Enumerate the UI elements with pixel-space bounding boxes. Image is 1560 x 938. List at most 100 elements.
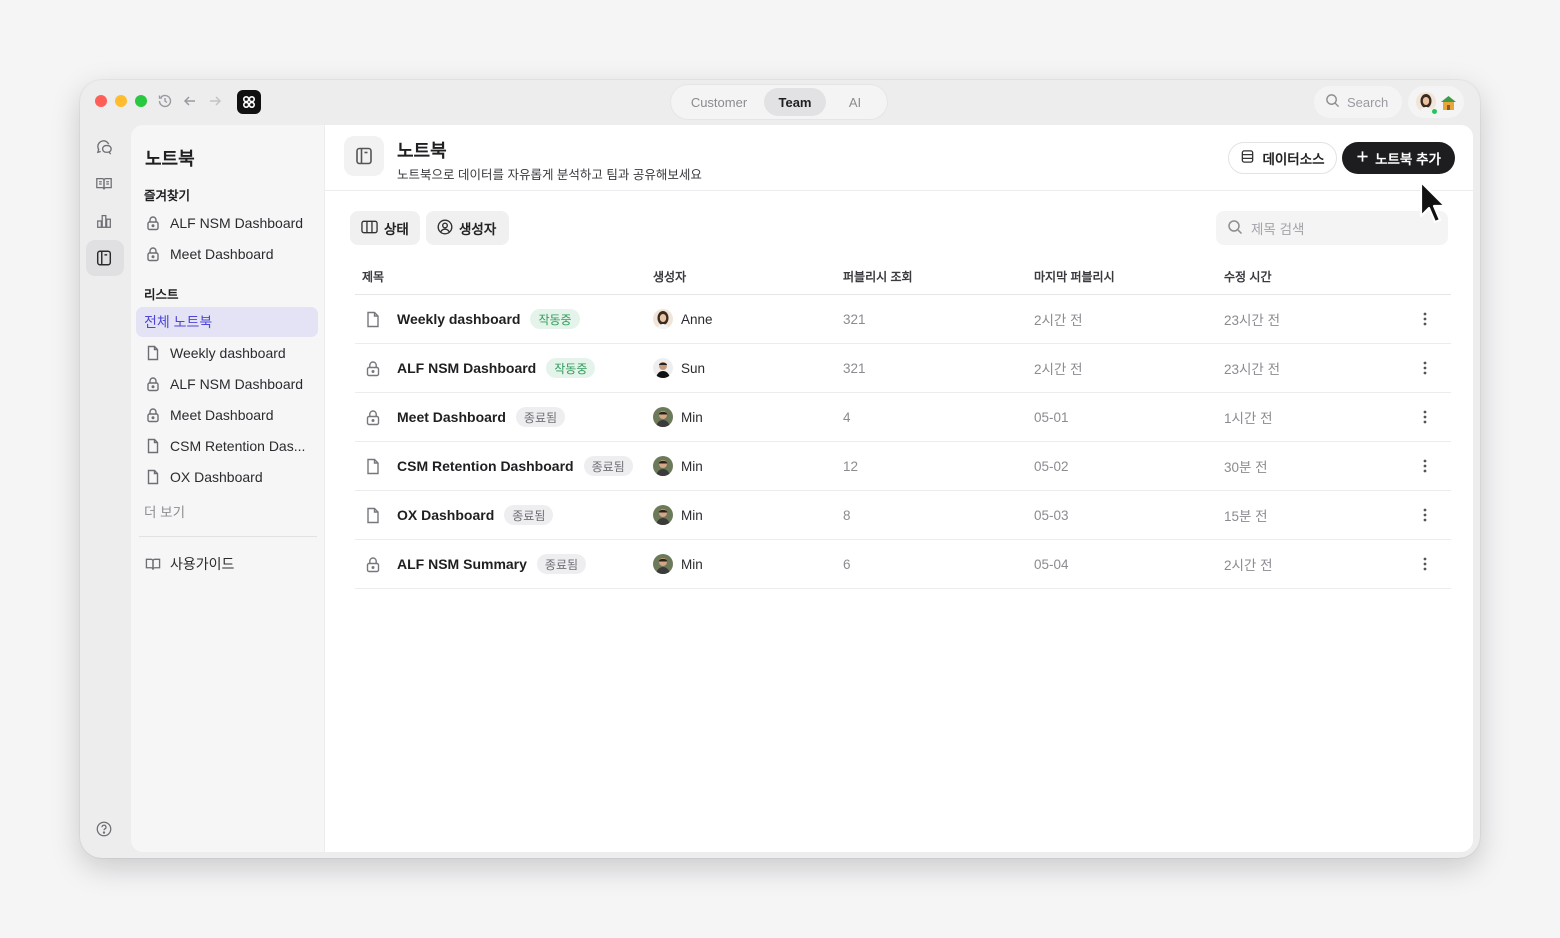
status-filter-button[interactable]: 상태	[350, 211, 420, 245]
more-options-icon[interactable]	[1415, 505, 1435, 525]
book-icon[interactable]	[94, 174, 114, 194]
last-published-cell: 05-04	[1034, 556, 1069, 572]
creator-filter-label: 생성자	[459, 222, 497, 237]
notebook-title: ALF NSM Summary	[397, 556, 527, 572]
global-search-button[interactable]: Search	[1314, 86, 1402, 118]
column-header-publish-views[interactable]: 퍼블리시 조회	[843, 268, 913, 285]
sidebar-item-all-notebooks[interactable]: 전체 노트북	[136, 307, 318, 337]
document-icon	[145, 438, 161, 454]
creator-name: Min	[681, 409, 703, 425]
document-icon	[364, 457, 382, 475]
tab-team[interactable]: Team	[764, 88, 826, 116]
title-search-placeholder: 제목 검색	[1251, 222, 1305, 237]
sidebar-item-csm-retention-dashboard[interactable]: CSM Retention Das...	[136, 431, 318, 461]
table-row[interactable]: OX Dashboard 종료됨 Min 8 05-03 15분 전	[355, 491, 1451, 540]
last-published-cell: 05-01	[1034, 409, 1069, 425]
publish-views-cell: 6	[843, 556, 851, 572]
lock-icon	[145, 246, 161, 262]
profile-menu-button[interactable]	[1408, 86, 1464, 118]
sidebar-item-weekly-dashboard[interactable]: Weekly dashboard	[136, 338, 318, 368]
tab-ai[interactable]: AI	[826, 88, 884, 116]
notebook-title: OX Dashboard	[397, 507, 495, 523]
modified-cell: 1시간 전	[1224, 411, 1273, 426]
publish-views-cell: 321	[843, 311, 866, 327]
notebook-sidebar: 노트북 즐겨찾기 ALF NSM Dashboard Meet Dashboar…	[131, 125, 324, 852]
more-options-icon[interactable]	[1415, 309, 1435, 329]
more-options-icon[interactable]	[1415, 407, 1435, 427]
history-icon[interactable]	[156, 92, 174, 110]
publish-views-cell: 321	[843, 360, 866, 376]
table-row[interactable]: CSM Retention Dashboard 종료됨 Min 12 05-02…	[355, 442, 1451, 491]
modified-cell: 15분 전	[1224, 509, 1268, 524]
status-badge: 종료됨	[583, 456, 633, 476]
sidebar-divider	[139, 536, 317, 537]
forward-arrow-icon[interactable]	[206, 92, 224, 110]
status-badge: 작동중	[546, 358, 596, 378]
sidebar-item-label: OX Dashboard	[170, 469, 263, 485]
last-published-cell: 05-02	[1034, 458, 1069, 474]
avatar	[653, 505, 673, 525]
datasource-button[interactable]: 데이터소스	[1228, 142, 1337, 174]
title-bar: Customer Team AI Search	[80, 80, 1480, 124]
notebook-title: CSM Retention Dashboard	[397, 458, 574, 474]
notebook-title-cell: Weekly dashboard 작동중	[397, 295, 580, 343]
sidebar-item-label: 전체 노트북	[144, 314, 213, 330]
creator-name: Min	[681, 458, 703, 474]
notebook-title: Meet Dashboard	[397, 409, 506, 425]
help-icon[interactable]	[94, 819, 114, 839]
lock-icon	[364, 408, 382, 426]
sidebar-item-meet-dashboard[interactable]: Meet Dashboard	[136, 400, 318, 430]
more-options-icon[interactable]	[1415, 554, 1435, 574]
more-options-icon[interactable]	[1415, 358, 1435, 378]
sidebar-item-label: ALF NSM Dashboard	[170, 376, 304, 392]
favorite-item-alf-nsm-dashboard[interactable]: ALF NSM Dashboard	[136, 208, 318, 238]
document-icon	[364, 506, 382, 524]
last-published-cell: 2시간 전	[1034, 313, 1083, 328]
creator-cell: Sun	[653, 344, 705, 392]
creator-name: Sun	[681, 360, 706, 376]
document-icon	[145, 345, 161, 361]
show-more-link[interactable]: 더 보기	[144, 501, 185, 521]
title-search-input[interactable]: 제목 검색	[1216, 211, 1448, 245]
close-window-button[interactable]	[95, 95, 107, 107]
column-header-last-published[interactable]: 마지막 퍼블리시	[1034, 268, 1115, 285]
creator-cell: Min	[653, 393, 703, 441]
favorite-item-meet-dashboard[interactable]: Meet Dashboard	[136, 239, 318, 269]
sidebar-item-user-guide[interactable]: 사용가이드	[136, 549, 318, 579]
sidebar-item-label: 사용가이드	[170, 556, 235, 572]
search-icon	[1227, 219, 1243, 238]
header-divider	[325, 190, 1473, 191]
table-row[interactable]: Meet Dashboard 종료됨 Min 4 05-01 1시간 전	[355, 393, 1451, 442]
last-published-cell: 05-03	[1034, 507, 1069, 523]
column-header-title[interactable]: 제목	[362, 268, 384, 285]
workspace-switcher: Customer Team AI	[671, 85, 887, 119]
status-badge: 종료됨	[515, 407, 566, 427]
add-notebook-button[interactable]: 노트북 추가	[1342, 142, 1455, 174]
add-notebook-label: 노트북 추가	[1375, 152, 1441, 167]
column-header-modified[interactable]: 수정 시간	[1224, 268, 1272, 285]
document-icon	[145, 469, 161, 485]
column-header-creator[interactable]: 생성자	[653, 268, 686, 285]
creator-cell: Min	[653, 442, 703, 490]
minimize-window-button[interactable]	[115, 95, 127, 107]
creator-cell: Anne	[653, 295, 713, 343]
notebook-icon[interactable]	[94, 248, 114, 268]
modified-cell: 30분 전	[1224, 460, 1268, 475]
chat-icon[interactable]	[94, 137, 114, 157]
zoom-window-button[interactable]	[135, 95, 147, 107]
table-row[interactable]: Weekly dashboard 작동중 Anne 321 2시간 전 23시간…	[355, 295, 1451, 344]
user-circle-icon	[437, 218, 453, 238]
status-badge: 작동중	[530, 309, 580, 329]
back-arrow-icon[interactable]	[181, 92, 199, 110]
table-row[interactable]: ALF NSM Summary 종료됨 Min 6 05-04 2시간 전	[355, 540, 1451, 589]
search-icon	[1325, 93, 1340, 111]
bar-chart-icon[interactable]	[94, 211, 114, 231]
sidebar-item-alf-nsm-dashboard[interactable]: ALF NSM Dashboard	[136, 369, 318, 399]
status-badge: 종료됨	[536, 554, 587, 574]
creator-filter-button[interactable]: 생성자	[426, 211, 509, 245]
more-options-icon[interactable]	[1415, 456, 1435, 476]
table-row[interactable]: ALF NSM Dashboard 작동중 Sun 321 2시간 전 23시간…	[355, 344, 1451, 393]
sidebar-item-ox-dashboard[interactable]: OX Dashboard	[136, 462, 318, 492]
tab-customer[interactable]: Customer	[674, 88, 764, 116]
app-logo[interactable]	[237, 90, 261, 114]
